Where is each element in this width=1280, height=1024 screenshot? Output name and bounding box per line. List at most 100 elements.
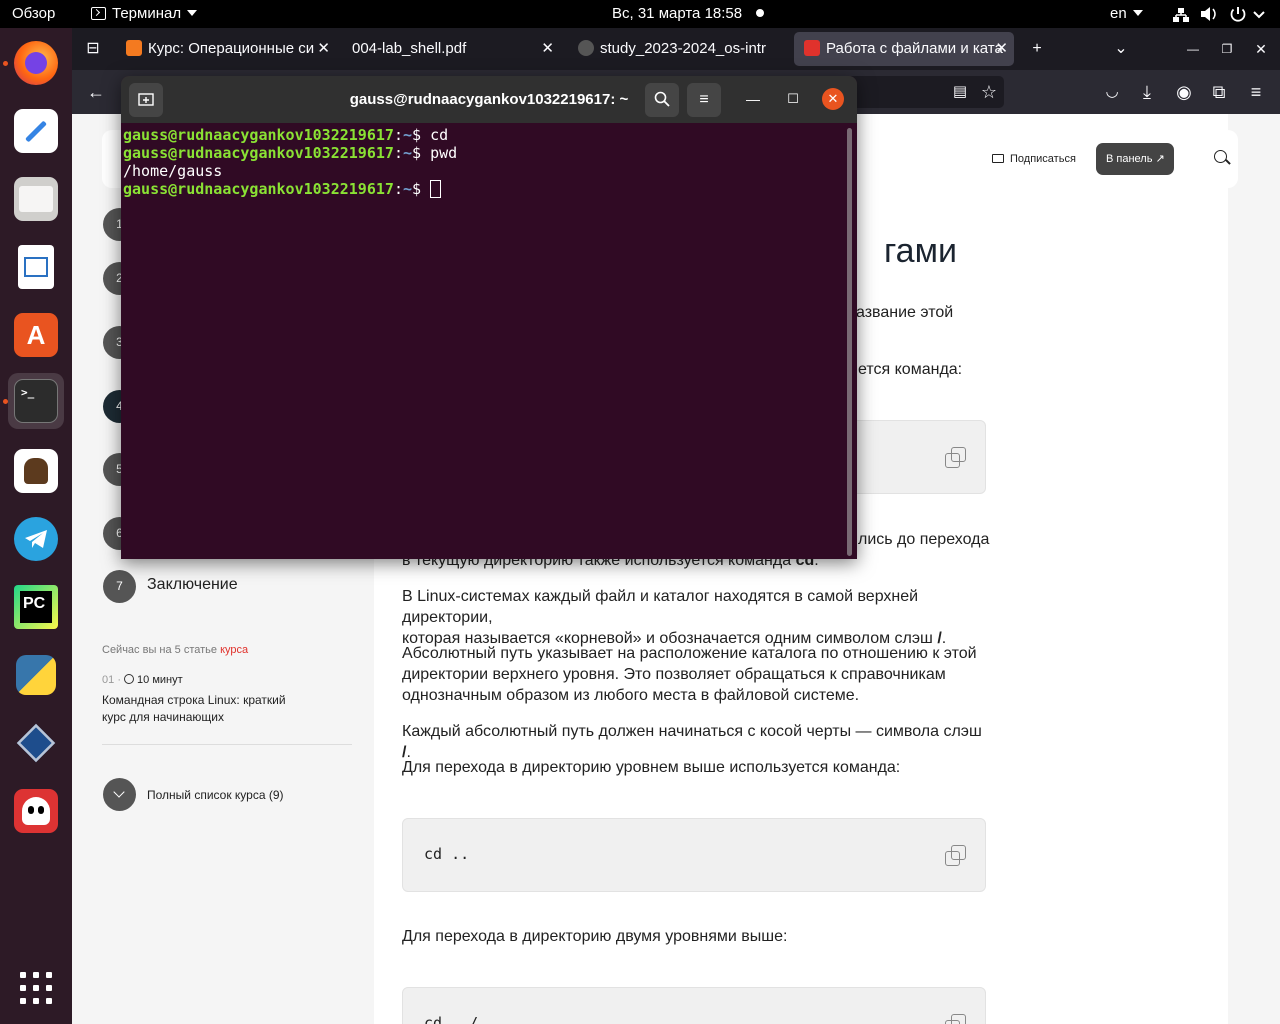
dock-virtualbox[interactable] (8, 715, 64, 771)
dock-ghost-app[interactable] (8, 783, 64, 839)
dock-files[interactable] (8, 171, 64, 227)
show-apps-button[interactable] (20, 972, 52, 1004)
tab-bar: ⊟ Курс: Операционные си ✕ 004-lab_shell.p… (72, 28, 1280, 70)
step-7[interactable]: 7 (103, 570, 136, 603)
subscribe-link[interactable]: Подписаться (992, 153, 1076, 165)
maximize-icon[interactable]: ☐ (782, 88, 804, 110)
tab-course[interactable]: Курс: Операционные си ✕ (116, 32, 336, 66)
article-paragraph: В Linux-системах каждый файл и каталог н… (402, 588, 947, 647)
pocket-icon[interactable]: ◡ (1098, 78, 1126, 106)
downloads-icon[interactable]: ⤓ (1133, 78, 1161, 106)
dock-docs[interactable] (8, 443, 64, 499)
pycharm-icon: PC (14, 585, 58, 629)
copy-icon[interactable] (945, 845, 966, 866)
terminal-prompt[interactable]: gauss@rudnaacygankov1032219617:~$ (123, 180, 843, 198)
close-tab-icon[interactable]: ✕ (995, 32, 1008, 66)
close-icon[interactable]: ✕ (822, 88, 844, 110)
hamburger-menu-icon[interactable]: ≡ (687, 83, 721, 117)
top-bar: Обзор Терминал Вс, 31 марта 18:58 en (0, 0, 1280, 28)
ghost-icon (14, 789, 58, 833)
telegram-icon (14, 517, 58, 561)
minimize-icon[interactable]: — (742, 88, 764, 110)
divider (102, 744, 352, 745)
virtualbox-icon (14, 721, 58, 765)
article-paragraph: Для перехода в директорию уровнем выше и… (402, 759, 901, 776)
app-center-icon: A (14, 313, 58, 357)
article-paragraph: Абсолютный путь указывает на расположени… (402, 645, 977, 704)
article-paragraph: Для перехода в директорию двумя уровнями… (402, 928, 788, 945)
terminal-line: /home/gauss (123, 162, 223, 180)
terminal-header[interactable]: gauss@rudnaacygankov1032219617: ~ ≡ — ☐ … (121, 76, 857, 123)
text-editor-icon (14, 109, 58, 153)
close-window-button[interactable]: ✕ (1246, 32, 1276, 66)
python-icon (14, 653, 58, 697)
dock-app-center[interactable]: A (8, 307, 64, 363)
github-icon (578, 40, 594, 56)
extensions-icon[interactable]: ⧉ (1205, 78, 1233, 106)
text-cursor (430, 180, 442, 198)
app-menu[interactable]: Терминал (91, 0, 198, 28)
code-block: cd .. (402, 818, 986, 892)
menu-icon[interactable]: ≡ (1242, 78, 1270, 106)
new-tab-button[interactable]: + (1022, 32, 1052, 66)
language-indicator[interactable]: en (1110, 0, 1143, 28)
dock: A >_ PC (0, 28, 72, 1024)
tab-active[interactable]: Работа с файлами и ката ✕ (794, 32, 1014, 66)
close-tab-icon[interactable]: ✕ (317, 32, 330, 66)
copy-icon[interactable] (945, 1014, 966, 1024)
dock-terminal[interactable]: >_ (8, 373, 64, 429)
bookmark-star-icon[interactable]: ☆ (975, 78, 1003, 106)
back-arrow-icon[interactable]: ← (82, 78, 110, 106)
terminal-icon: >_ (14, 379, 58, 423)
search-icon[interactable] (645, 83, 679, 117)
restore-button[interactable]: ❐ (1212, 32, 1242, 66)
step-label-conclusion[interactable]: Заключение (147, 576, 238, 594)
chevron-down-icon (1132, 10, 1143, 16)
full-course-list-link[interactable]: Полный список курса (9) (147, 788, 284, 802)
account-icon[interactable]: ◉ (1170, 78, 1198, 106)
new-tab-icon[interactable] (129, 83, 163, 117)
system-menu[interactable] (1172, 0, 1272, 28)
minimize-button[interactable]: — (1178, 32, 1208, 66)
code-block: cd ../.. (402, 987, 986, 1024)
course-progress: Сейчас вы на 5 статье курса (102, 644, 249, 656)
search-icon[interactable] (1214, 150, 1227, 163)
code-text: cd ../.. (424, 1014, 497, 1024)
docs-icon (14, 449, 58, 493)
terminal-output[interactable]: gauss@rudnaacygankov1032219617:~$ cd gau… (123, 126, 843, 556)
terminal-scrollbar[interactable] (847, 128, 852, 556)
lesson-meta: 01 · 10 минут (102, 674, 183, 686)
tab-list-icon[interactable]: ⊟ (78, 32, 108, 66)
panel-button[interactable]: В панель ↗ (1096, 143, 1174, 175)
article-paragraph: лись до перехода (858, 531, 990, 548)
system-status-icons (1173, 7, 1265, 22)
article-paragraph: азвание этой (856, 304, 954, 321)
firefox-icon (14, 41, 58, 85)
list-tabs-button[interactable]: ⌄ (1106, 32, 1136, 66)
dock-python[interactable] (8, 647, 64, 703)
tab-pdf[interactable]: 004-lab_shell.pdf ✕ (342, 32, 560, 66)
activities-button[interactable]: Обзор (12, 0, 55, 28)
notification-dot-icon (756, 9, 765, 17)
envelope-icon (992, 154, 1004, 163)
copy-icon[interactable] (945, 447, 966, 468)
dock-telegram[interactable] (8, 511, 64, 567)
dock-firefox[interactable] (8, 35, 64, 91)
dock-writer[interactable] (8, 239, 64, 295)
favicon-icon (126, 40, 142, 56)
chevron-down-icon (187, 10, 198, 16)
reader-view-icon[interactable]: ▤ (946, 78, 974, 106)
tab-github[interactable]: study_2023-2024_os-intr (568, 32, 786, 66)
dock-pycharm[interactable]: PC (8, 579, 64, 635)
course-link[interactable]: курса (220, 644, 248, 656)
lesson-link[interactable]: Командная строка Linux: краткий курс для… (102, 692, 286, 726)
terminal-window[interactable]: gauss@rudnaacygankov1032219617: ~ ≡ — ☐ … (121, 76, 857, 559)
code-text: cd .. (424, 845, 470, 863)
terminal-icon (91, 7, 106, 20)
article-title: гами (884, 232, 957, 270)
close-tab-icon[interactable]: ✕ (541, 32, 554, 66)
dock-text-editor[interactable] (8, 103, 64, 159)
chevron-down-icon[interactable] (103, 778, 136, 811)
external-link-icon: ↗ (1155, 153, 1165, 165)
clock[interactable]: Вс, 31 марта 18:58 (612, 0, 765, 28)
